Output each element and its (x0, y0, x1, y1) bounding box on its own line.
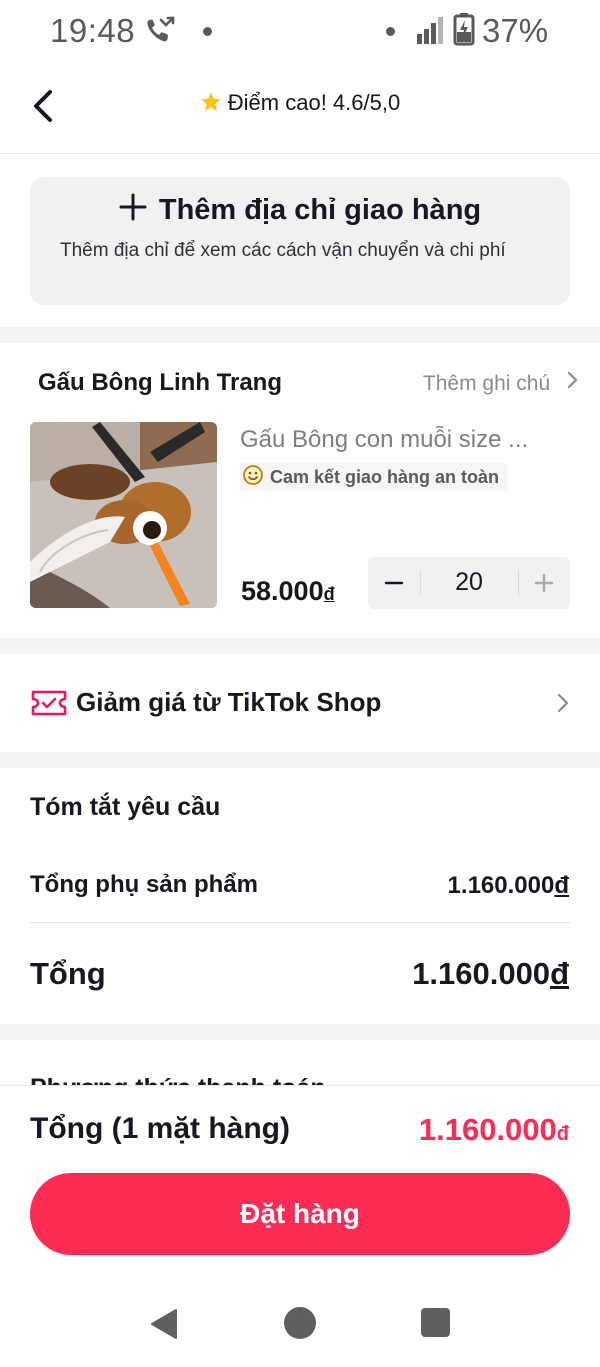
total-label: Tổng (30, 956, 106, 991)
subtotal-amount: 1.160.000 (447, 872, 555, 899)
minus-icon (384, 581, 404, 585)
signal-icon (414, 14, 448, 51)
section-divider (0, 1024, 600, 1040)
add-address-description: Thêm địa chỉ để xem các cách vận chuyển … (60, 240, 506, 261)
notification-dot-icon (386, 27, 395, 36)
recents-square-icon[interactable] (421, 1308, 450, 1337)
status-bar: 19:48 37% (0, 0, 600, 62)
subtotal-value: 1.160.000đ (448, 872, 569, 900)
tiktok-shop-discount-row[interactable]: Giảm giá từ TikTok Shop (0, 654, 600, 752)
footer-total-amount: 1.160.000 (418, 1112, 557, 1147)
total-value: 1.160.000đ (412, 956, 569, 992)
voucher-icon (30, 688, 68, 723)
battery-charging-icon (453, 12, 475, 51)
place-order-button[interactable]: Đặt hàng (30, 1173, 570, 1255)
total-amount: 1.160.000 (412, 956, 551, 991)
checkout-footer: Tổng (1 mặt hàng) 1.160.000đ Đặt hàng (0, 1085, 600, 1287)
quantity-stepper: 20 (368, 557, 570, 609)
section-divider (0, 638, 600, 654)
chevron-right-icon (566, 371, 578, 395)
currency-symbol: đ (550, 956, 569, 991)
section-divider (0, 752, 600, 768)
add-address-card[interactable]: Thêm địa chỉ giao hàng Thêm địa chỉ để x… (30, 177, 570, 305)
system-nav-bar (0, 1287, 600, 1367)
home-circle-icon[interactable] (284, 1307, 316, 1339)
add-note-label: Thêm ghi chú (422, 372, 551, 395)
rating-banner: Điểm cao! 4.6/5,0 (0, 90, 600, 119)
quantity-value[interactable]: 20 (420, 568, 518, 597)
footer-total-label: Tổng (1 mặt hàng) (30, 1112, 290, 1145)
plush-mosquito-image (30, 422, 217, 608)
safe-delivery-badge: Cam kết giao hàng an toàn (240, 463, 508, 491)
product-price: 58.000đ (241, 576, 335, 607)
currency-symbol: đ (556, 1123, 569, 1145)
plus-icon (534, 573, 554, 593)
currency-symbol: đ (323, 584, 335, 604)
battery-percent: 37% (482, 12, 549, 49)
footer-total-value: 1.160.000đ (419, 1112, 569, 1148)
back-triangle-icon[interactable] (148, 1307, 180, 1346)
increase-quantity-button[interactable] (518, 557, 570, 609)
plus-icon (119, 193, 147, 229)
product-image[interactable] (30, 422, 217, 608)
add-note-button[interactable]: Thêm ghi chú (423, 371, 578, 396)
product-price-value: 58.000 (241, 576, 324, 606)
product-name[interactable]: Gấu Bông con muỗi size ... (240, 426, 570, 454)
notification-dot-icon (203, 27, 212, 36)
add-address-label: Thêm địa chỉ giao hàng (158, 194, 482, 226)
summary-divider (30, 922, 570, 923)
payment-method-heading: Phương thức thanh toán (30, 1070, 326, 1086)
chevron-right-icon (556, 692, 570, 719)
decrease-quantity-button[interactable] (368, 557, 420, 609)
safe-delivery-text: Cam kết giao hàng an toàn (270, 466, 500, 487)
status-time: 19:48 (50, 12, 136, 49)
star-icon (200, 91, 222, 119)
header: Điểm cao! 4.6/5,0 (0, 62, 600, 154)
add-address-title: Thêm địa chỉ giao hàng (30, 193, 570, 229)
section-divider (0, 327, 600, 343)
smile-icon (242, 464, 264, 491)
rating-text: Điểm cao! 4.6/5,0 (227, 90, 401, 115)
subtotal-label: Tổng phụ sản phẩm (30, 871, 258, 898)
order-summary-title: Tóm tắt yêu cầu (30, 793, 221, 821)
call-forward-icon (144, 16, 176, 51)
shop-name[interactable]: Gấu Bông Linh Trang (38, 369, 282, 397)
currency-symbol: đ (554, 872, 569, 899)
discount-label: Giảm giá từ TikTok Shop (76, 687, 382, 717)
